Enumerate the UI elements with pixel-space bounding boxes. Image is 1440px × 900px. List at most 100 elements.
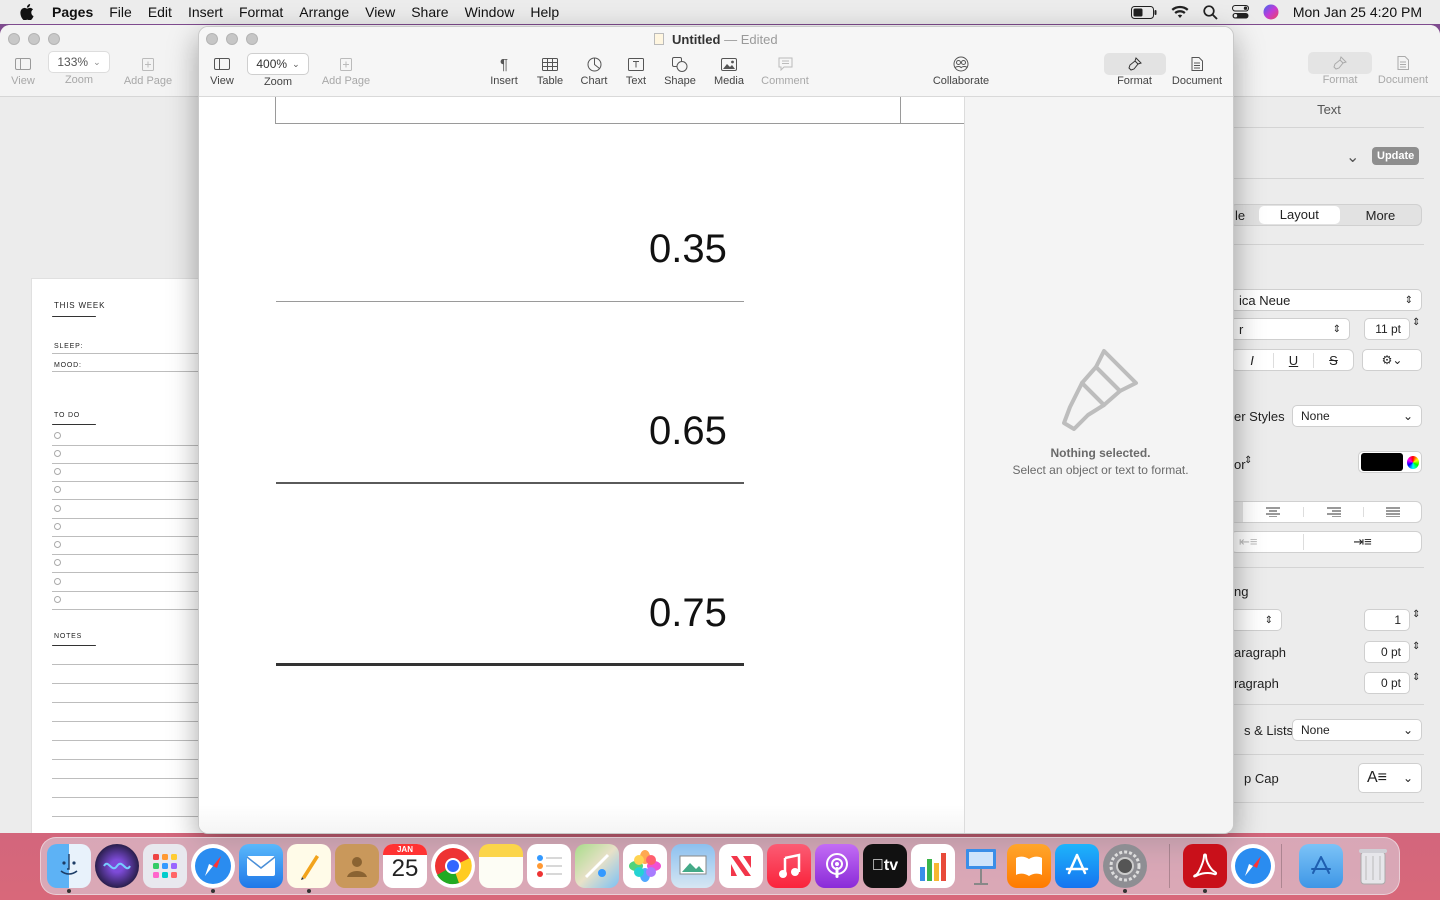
- collaborate-button[interactable]: Collaborate: [927, 53, 995, 87]
- downloads-folder-icon[interactable]: [1299, 844, 1343, 888]
- keynote-icon[interactable]: [959, 844, 1003, 888]
- back-fullscreen-button[interactable]: [48, 33, 60, 45]
- value-text-3[interactable]: 0.75: [649, 591, 727, 636]
- value-text-1[interactable]: 0.35: [649, 227, 727, 272]
- chrome-icon[interactable]: [431, 844, 475, 888]
- launchpad-icon[interactable]: [143, 844, 187, 888]
- after-paragraph-stepper[interactable]: ⇕: [1412, 672, 1420, 683]
- menu-window[interactable]: Window: [457, 4, 523, 20]
- table-cell-top[interactable]: [275, 97, 964, 124]
- control-center-icon[interactable]: [1231, 5, 1249, 19]
- before-paragraph-field[interactable]: 0 pt: [1364, 641, 1410, 663]
- maps-icon[interactable]: [575, 844, 619, 888]
- chart-button[interactable]: Chart: [576, 53, 612, 87]
- view-button[interactable]: View: [207, 53, 237, 87]
- align-center-button[interactable]: [1243, 507, 1303, 517]
- app-menu-pages[interactable]: Pages: [42, 4, 101, 20]
- increase-indent-button[interactable]: ⇥≡: [1303, 534, 1421, 550]
- text-options-gear-button[interactable]: ⚙⌄: [1362, 349, 1422, 371]
- typeface-popup[interactable]: r ⇕: [1230, 318, 1350, 340]
- media-button[interactable]: Media: [709, 53, 749, 87]
- tv-icon[interactable]: tv: [863, 844, 907, 888]
- news-icon[interactable]: [719, 844, 763, 888]
- siri-menu-icon[interactable]: [1263, 4, 1279, 20]
- font-size-stepper[interactable]: ⇕: [1412, 317, 1420, 328]
- text-button[interactable]: Text: [620, 53, 652, 87]
- value-text-2[interactable]: 0.65: [649, 409, 727, 454]
- strikethrough-button[interactable]: S: [1313, 352, 1353, 368]
- menu-file[interactable]: File: [101, 4, 140, 20]
- system-preferences-icon[interactable]: [1103, 844, 1147, 888]
- line-spacing-popup[interactable]: ⇕: [1230, 609, 1282, 631]
- menu-help[interactable]: Help: [522, 4, 567, 20]
- back-view-button[interactable]: View: [8, 53, 38, 87]
- before-paragraph-stepper[interactable]: ⇕: [1412, 641, 1420, 652]
- reminders-icon[interactable]: [527, 844, 571, 888]
- underline-button[interactable]: U: [1273, 352, 1313, 368]
- tab-style[interactable]: le: [1231, 208, 1259, 223]
- after-paragraph-field[interactable]: 0 pt: [1364, 672, 1410, 694]
- safari-alt-icon[interactable]: [1231, 844, 1275, 888]
- add-page-button[interactable]: Add Page: [318, 53, 374, 87]
- notes-icon[interactable]: [479, 844, 523, 888]
- spotlight-search-icon[interactable]: [1203, 4, 1218, 20]
- menu-share[interactable]: Share: [403, 4, 456, 20]
- menu-format[interactable]: Format: [231, 4, 291, 20]
- drop-cap-popup[interactable]: A≡ ⌄: [1358, 763, 1422, 793]
- italic-button[interactable]: I: [1231, 353, 1273, 368]
- books-icon[interactable]: [1007, 844, 1051, 888]
- clock[interactable]: Mon Jan 25 4:20 PM: [1293, 4, 1422, 20]
- shape-button[interactable]: Shape: [661, 53, 699, 87]
- menu-insert[interactable]: Insert: [180, 4, 231, 20]
- mail-icon[interactable]: [239, 844, 283, 888]
- rule-line-2[interactable]: [276, 482, 744, 484]
- comment-button[interactable]: Comment: [757, 53, 813, 87]
- text-color-well[interactable]: [1358, 451, 1422, 473]
- format-button[interactable]: Format: [1103, 53, 1166, 87]
- tab-layout[interactable]: Layout: [1258, 206, 1340, 224]
- updown-chevron-icon[interactable]: ⇕: [1244, 455, 1252, 466]
- align-right-button[interactable]: [1303, 507, 1363, 517]
- bullets-lists-popup[interactable]: None ⌄: [1292, 719, 1422, 741]
- pages-icon[interactable]: [287, 844, 331, 888]
- music-icon[interactable]: [767, 844, 811, 888]
- font-size-field[interactable]: 11 pt: [1364, 318, 1410, 340]
- document-proxy-icon[interactable]: [654, 33, 665, 45]
- podcasts-icon[interactable]: [815, 844, 859, 888]
- back-close-button[interactable]: [8, 33, 20, 45]
- document-canvas[interactable]: 0.35 0.65 0.75: [199, 97, 964, 833]
- photos-icon[interactable]: [623, 844, 667, 888]
- battery-icon[interactable]: [1130, 5, 1157, 19]
- paragraph-style-chevron-icon[interactable]: ⌄: [1346, 147, 1359, 167]
- menu-arrange[interactable]: Arrange: [291, 4, 357, 20]
- menu-edit[interactable]: Edit: [140, 4, 180, 20]
- insert-button[interactable]: ¶ Insert: [486, 53, 522, 88]
- back-zoom-control[interactable]: 133% ⌄ Zoom: [47, 51, 111, 86]
- decrease-indent-button[interactable]: ⇤≡: [1231, 534, 1303, 550]
- app-store-icon[interactable]: [1055, 844, 1099, 888]
- wifi-icon[interactable]: [1171, 5, 1189, 19]
- siri-icon[interactable]: [95, 844, 139, 888]
- back-document-button[interactable]: Document: [1374, 52, 1432, 86]
- numbers-icon[interactable]: [911, 844, 955, 888]
- preview-icon[interactable]: [671, 844, 715, 888]
- finder-icon[interactable]: [47, 844, 91, 888]
- document-button[interactable]: Document: [1168, 53, 1226, 87]
- character-styles-popup[interactable]: None ⌄: [1292, 405, 1422, 427]
- trash-icon[interactable]: [1351, 844, 1395, 888]
- zoom-control[interactable]: 400% ⌄ Zoom: [246, 53, 310, 88]
- safari-icon[interactable]: [191, 844, 235, 888]
- rule-line-3[interactable]: [276, 663, 744, 666]
- back-minimize-button[interactable]: [28, 33, 40, 45]
- contacts-icon[interactable]: [335, 844, 379, 888]
- document-title[interactable]: Untitled: [672, 32, 720, 47]
- apple-menu-icon[interactable]: [0, 4, 42, 20]
- back-format-button[interactable]: Format: [1308, 52, 1372, 86]
- justify-button[interactable]: [1363, 507, 1421, 517]
- table-button[interactable]: Table: [532, 53, 568, 87]
- update-style-button[interactable]: Update: [1372, 147, 1420, 165]
- acrobat-icon[interactable]: [1183, 844, 1227, 888]
- calendar-icon[interactable]: JAN 25: [383, 844, 427, 888]
- font-family-popup[interactable]: ica Neue ⇕: [1230, 289, 1422, 311]
- back-add-page-button[interactable]: Add Page: [120, 53, 176, 87]
